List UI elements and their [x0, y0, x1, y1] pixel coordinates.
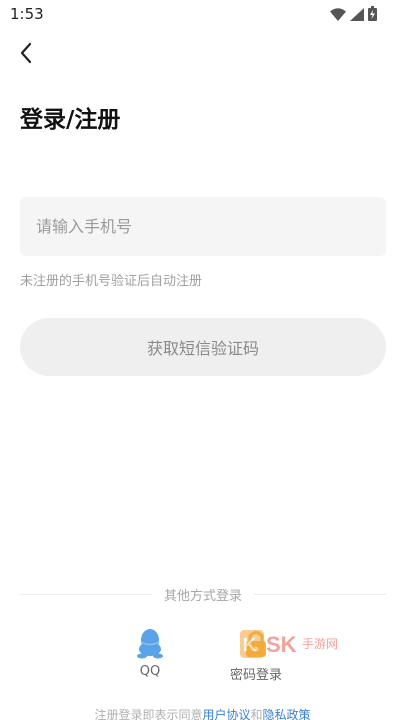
battery-charging-icon — [368, 6, 377, 25]
get-sms-code-button[interactable]: 获取短信验证码 — [20, 318, 386, 376]
qq-login-label: QQ — [139, 664, 161, 679]
password-login-label: 密码登录 — [229, 668, 282, 683]
qq-penguin-icon — [133, 626, 167, 660]
agreement-text: 注册登录即表示同意用户协议和隐私政策 — [0, 706, 405, 720]
privacy-policy-link[interactable]: 隐私政策 — [263, 708, 311, 720]
other-login-divider: 其他方式登录 — [20, 584, 387, 604]
phone-input-container — [20, 197, 386, 256]
chevron-left-icon — [19, 42, 33, 68]
password-login-button[interactable]: 密码登录 — [221, 626, 291, 683]
status-time: 1:53 — [10, 5, 44, 23]
phone-input[interactable] — [20, 197, 386, 256]
cellular-signal-icon — [350, 6, 364, 25]
status-icons — [330, 6, 377, 25]
auto-register-hint: 未注册的手机号验证后自动注册 — [20, 274, 203, 289]
page-title: 登录/注册 — [20, 107, 121, 133]
other-login-label: 其他方式登录 — [164, 588, 243, 604]
agreement-connector: 和 — [250, 708, 263, 720]
login-screen: 1:53 登录/注册 未注册的手机号验证后自 — [0, 0, 405, 720]
user-agreement-link[interactable]: 用户协议 — [202, 708, 250, 720]
agreement-prefix: 注册登录即表示同意 — [94, 708, 203, 720]
back-button[interactable] — [12, 40, 40, 70]
password-icon — [239, 626, 273, 660]
divider-line-right — [254, 593, 387, 595]
wifi-icon — [330, 6, 346, 25]
divider-line-left — [20, 593, 152, 595]
qq-login-button[interactable]: QQ — [125, 626, 175, 679]
status-bar: 1:53 — [0, 0, 405, 30]
svg-text:手游网: 手游网 — [302, 637, 338, 651]
